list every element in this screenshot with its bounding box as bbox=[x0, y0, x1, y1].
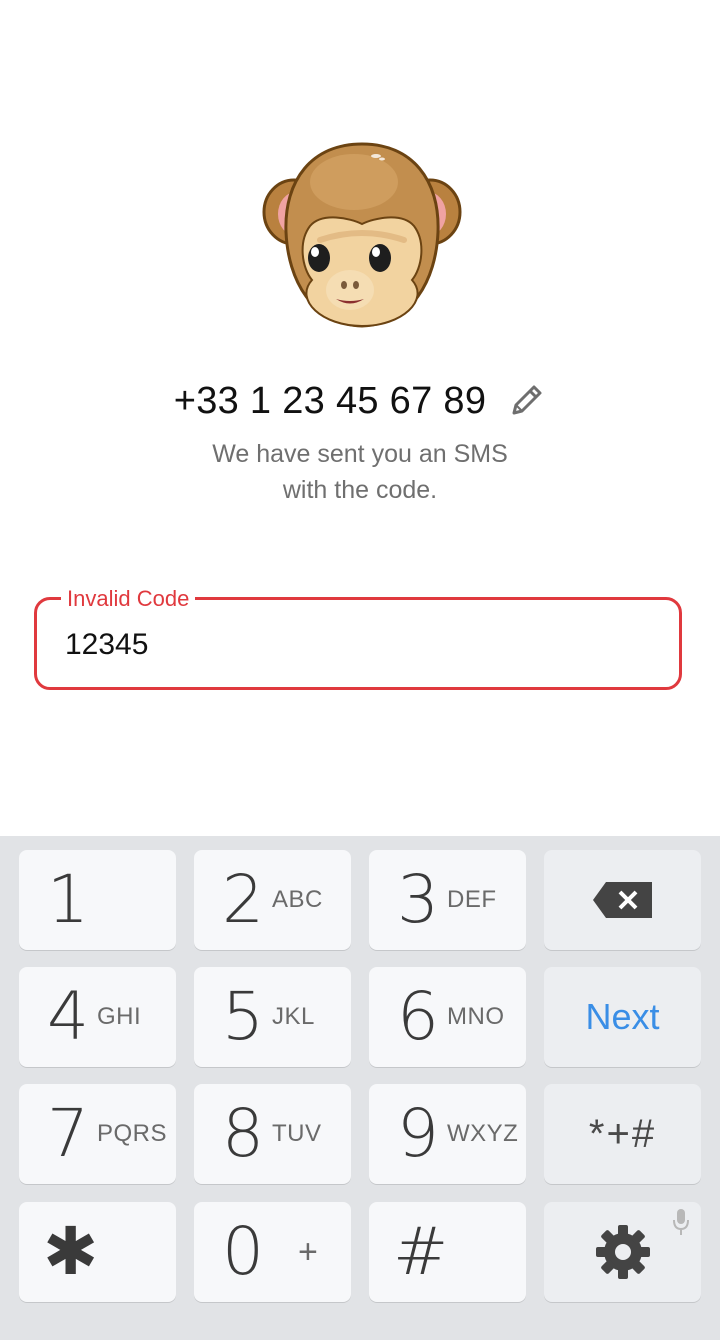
code-field-value[interactable]: 12345 bbox=[65, 628, 148, 662]
key-digit: 7 bbox=[47, 1095, 89, 1172]
key-digit: 1 bbox=[47, 861, 89, 938]
key-digit: 4 bbox=[47, 978, 89, 1055]
key-digit: 2 bbox=[222, 861, 264, 938]
key-letters: MNO bbox=[447, 1003, 505, 1030]
code-field-error-label: Invalid Code bbox=[61, 586, 196, 612]
key-digit: # bbox=[393, 1213, 449, 1290]
key-digit: 6 bbox=[397, 978, 439, 1055]
key-9[interactable]: 9 WXYZ bbox=[369, 1084, 526, 1184]
key-digit: ✱ bbox=[43, 1213, 99, 1290]
key-2[interactable]: 2 ABC bbox=[194, 850, 351, 950]
sms-message-line-2: with the code. bbox=[282, 476, 438, 504]
symbols-key-label: *+# bbox=[588, 1111, 657, 1156]
key-hash[interactable]: # bbox=[369, 1202, 526, 1302]
key-letters: DEF bbox=[447, 886, 497, 913]
key-letters: JKL bbox=[272, 1003, 315, 1030]
settings-key[interactable] bbox=[544, 1202, 701, 1302]
monkey-illustration bbox=[262, 142, 462, 328]
key-7[interactable]: 7 PQRS bbox=[19, 1084, 176, 1184]
key-letters: PQRS bbox=[97, 1120, 168, 1147]
key-5[interactable]: 5 JKL bbox=[194, 967, 351, 1067]
key-plus-label: + bbox=[298, 1232, 318, 1271]
numeric-keyboard: 1 2 ABC 3 DEF 4 GHI 5 JKL 6 MNO Next 7 P… bbox=[0, 836, 720, 1340]
backspace-icon bbox=[592, 882, 652, 918]
key-8[interactable]: 8 TUV bbox=[194, 1084, 351, 1184]
phone-number: +33 1 23 45 67 89 bbox=[173, 379, 487, 422]
key-letters: TUV bbox=[272, 1120, 322, 1147]
key-1[interactable]: 1 bbox=[19, 850, 176, 950]
mic-icon bbox=[673, 1209, 689, 1235]
phone-number-row: +33 1 23 45 67 89 bbox=[0, 376, 720, 426]
key-letters: ABC bbox=[272, 886, 323, 913]
key-digit: 9 bbox=[397, 1095, 439, 1172]
key-digit: 3 bbox=[397, 861, 439, 938]
key-6[interactable]: 6 MNO bbox=[369, 967, 526, 1067]
sms-message-line-1: We have sent you an SMS bbox=[212, 440, 508, 468]
pencil-icon[interactable] bbox=[506, 381, 546, 421]
key-letters: WXYZ bbox=[447, 1120, 519, 1147]
key-digit: 5 bbox=[222, 978, 264, 1055]
key-asterisk[interactable]: ✱ bbox=[19, 1202, 176, 1302]
next-key-label: Next bbox=[585, 996, 660, 1037]
code-input-field[interactable]: Invalid Code 12345 bbox=[34, 586, 682, 690]
key-digit: 8 bbox=[222, 1095, 264, 1172]
symbols-key[interactable]: *+# bbox=[544, 1084, 701, 1184]
key-4[interactable]: 4 GHI bbox=[19, 967, 176, 1067]
next-key[interactable]: Next bbox=[544, 967, 701, 1067]
key-letters: GHI bbox=[97, 1003, 142, 1030]
key-digit: 0 bbox=[222, 1213, 264, 1290]
sms-sent-message: We have sent you an SMS with the code. bbox=[0, 436, 720, 508]
backspace-key[interactable] bbox=[544, 850, 701, 950]
gear-icon bbox=[595, 1225, 650, 1279]
key-0[interactable]: 0 + bbox=[194, 1202, 351, 1302]
key-3[interactable]: 3 DEF bbox=[369, 850, 526, 950]
